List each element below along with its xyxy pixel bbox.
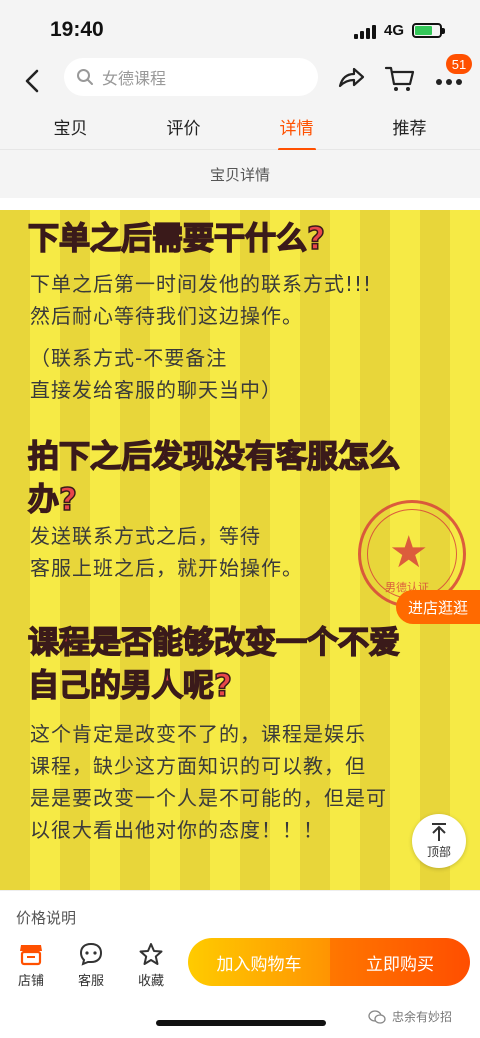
faq-answer-3-line-4: 以很大看出他对你的态度！！！ <box>30 818 324 842</box>
faq-note-1-line-2: 直接发给客服的聊天当中） <box>30 378 282 402</box>
tab-reviews[interactable]: 评价 <box>163 108 205 145</box>
faq-answer-3-line-2: 课程，缺少这方面知识的可以教，但 <box>30 754 366 778</box>
home-indicator <box>156 1020 326 1026</box>
battery-icon <box>412 23 445 38</box>
add-to-cart-button[interactable]: 加入购物车 <box>188 938 330 986</box>
star-icon <box>139 943 163 965</box>
faq-answer-3: 这个肯定是改变不了的，课程是娱乐 课程，缺少这方面知识的可以教，但 是是要改变一… <box>30 718 387 846</box>
faq-answer-1-line-1: 下单之后第一时间发他的联系方式!!! <box>30 272 373 296</box>
product-detail-image: 下单之后需要干什么? 下单之后第一时间发他的联系方式!!! 然后耐心等待我们这边… <box>0 210 480 890</box>
section-title-text: 宝贝详情 <box>209 165 270 184</box>
store-button[interactable]: 店铺 <box>6 942 56 989</box>
store-icon <box>20 945 42 966</box>
tab-product[interactable]: 宝贝 <box>50 108 92 145</box>
bottom-action-bar: 店铺 客服 收藏 加入购物车 立即购买 <box>0 934 480 1000</box>
search-icon <box>77 69 93 85</box>
status-time: 19:40 <box>50 18 104 41</box>
watermark-text: 忠余有妙招 <box>392 1010 453 1024</box>
back-to-top-label: 顶部 <box>426 845 451 859</box>
share-icon[interactable] <box>336 64 366 92</box>
status-bar: 19:40 4G <box>0 0 480 58</box>
search-placeholder: 女德课程 <box>102 69 167 88</box>
visit-store-button[interactable]: 进店逛逛 <box>396 590 480 624</box>
favorite-button[interactable]: 收藏 <box>126 942 176 989</box>
faq-heading-3-line-1: 课程是否能够改变一个不爱 <box>27 624 401 661</box>
tab-details[interactable]: 详情 <box>276 108 318 151</box>
price-info-label: 价格说明 <box>16 909 77 927</box>
status-indicators: 4G <box>353 22 445 39</box>
back-to-top-button[interactable]: 顶部 <box>412 814 466 868</box>
faq-answer-1-line-2: 然后耐心等待我们这边操作。 <box>30 304 303 328</box>
faq-note-1-line-1: （联系方式-不要备注 <box>30 346 228 370</box>
faq-heading-1: 下单之后需要干什么? <box>27 220 325 257</box>
faq-answer-2: 发送联系方式之后，等待 客服上班之后，就开始操作。 <box>30 520 303 584</box>
signal-icon <box>353 23 376 39</box>
cart-icon[interactable] <box>384 64 416 94</box>
buy-now-button[interactable]: 立即购买 <box>330 938 470 986</box>
faq-answer-2-line-2: 客服上班之后，就开始操作。 <box>30 556 303 580</box>
faq-note-1: （联系方式-不要备注 直接发给客服的聊天当中） <box>30 342 282 406</box>
faq-heading-2-line-1: 拍下之后发现没有客服怎么 <box>27 438 401 475</box>
chat-icon <box>79 942 103 966</box>
wechat-icon <box>368 1009 386 1024</box>
faq-heading-2-line-2: 办? <box>27 481 77 518</box>
top-nav: 女德课程 51 <box>0 54 480 104</box>
faq-heading-3: 课程是否能够改变一个不爱 自己的男人呢? <box>27 622 401 708</box>
customer-service-button[interactable]: 客服 <box>66 942 116 989</box>
network-type: 4G <box>383 22 404 39</box>
faq-answer-1: 下单之后第一时间发他的联系方式!!! 然后耐心等待我们这边操作。 <box>30 268 372 332</box>
faq-heading-3-line-2: 自己的男人呢? <box>27 667 232 704</box>
message-count-badge: 51 <box>446 54 472 74</box>
search-input[interactable]: 女德课程 <box>64 58 318 96</box>
section-title: 宝贝详情 <box>0 150 480 198</box>
arrow-up-icon <box>432 823 446 841</box>
tab-recommend[interactable]: 推荐 <box>389 108 431 145</box>
store-label: 店铺 <box>17 974 44 989</box>
tab-bar: 宝贝 评价 详情 推荐 <box>0 104 480 151</box>
faq-answer-3-line-1: 这个肯定是改变不了的，课程是娱乐 <box>30 722 366 746</box>
faq-answer-3-line-3: 是是要改变一个人是不可能的，但是可 <box>30 786 387 810</box>
price-info-bar[interactable]: 价格说明 <box>0 890 480 934</box>
customer-service-label: 客服 <box>77 974 104 989</box>
watermark: 忠余有妙招 <box>368 1008 452 1025</box>
faq-answer-2-line-1: 发送联系方式之后，等待 <box>30 524 261 548</box>
favorite-label: 收藏 <box>137 974 164 989</box>
faq-heading-2: 拍下之后发现没有客服怎么 办? <box>27 436 401 522</box>
back-arrow-icon[interactable] <box>22 68 44 94</box>
